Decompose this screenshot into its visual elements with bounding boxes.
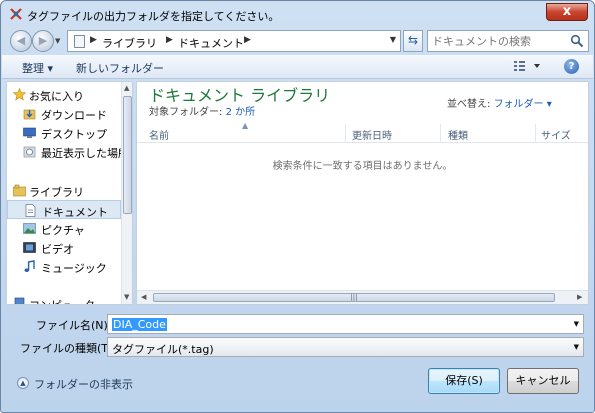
chevron-down-icon[interactable]: ▼ xyxy=(390,35,396,44)
desktop-icon xyxy=(23,127,36,138)
address-bar[interactable]: ▶ ライブラリ ▶ ドキュメント ▶ ▼ xyxy=(67,30,401,52)
chevron-down-icon[interactable]: ▼ xyxy=(574,343,579,351)
empty-results-message: 検索条件に一致する項目はありません。 xyxy=(272,161,453,172)
nav-documents[interactable]: ドキュメント xyxy=(7,200,121,219)
app-icon xyxy=(10,8,22,20)
picture-icon xyxy=(23,223,36,234)
search-input[interactable] xyxy=(432,33,568,49)
nav-videos[interactable]: ビデオ xyxy=(7,238,121,257)
navigation-pane: お気に入り ダウンロード デスクトップ 最近表示した場所 ライブラリ ドキュメン… xyxy=(6,81,133,305)
chevron-down-icon[interactable]: ▼ xyxy=(574,320,579,328)
cancel-button[interactable]: キャンセル xyxy=(507,368,579,394)
column-type[interactable]: 種類 xyxy=(448,127,468,142)
breadcrumb-libraries[interactable]: ライブラリ xyxy=(102,35,157,51)
filename-field[interactable]: DIA_Code ▼ xyxy=(107,314,584,334)
nav-pictures[interactable]: ピクチャ xyxy=(7,219,121,238)
organize-button[interactable]: 整理 ▾ xyxy=(22,60,53,76)
forward-arrow-icon: ▶ xyxy=(38,34,48,47)
refresh-button[interactable]: ⇆ xyxy=(403,30,423,52)
scroll-left-icon[interactable]: ◀ xyxy=(141,293,146,301)
close-icon: x xyxy=(562,4,572,19)
help-icon: ? xyxy=(568,61,575,72)
content-pane: ドキュメント ライブラリ 対象フォルダー: 2 か所 並べ替え: フォルダー ▾… xyxy=(136,81,589,305)
refresh-icon: ⇆ xyxy=(407,33,419,47)
save-button[interactable]: 保存(S) xyxy=(428,368,500,394)
close-button[interactable]: x xyxy=(546,3,588,21)
scroll-right-icon[interactable]: ▶ xyxy=(577,293,582,301)
target-folder-link[interactable]: 2 か所 xyxy=(226,107,256,118)
location-icon xyxy=(74,35,85,48)
nav-music[interactable]: ミュージック xyxy=(7,257,121,276)
window-title: タグファイルの出力フォルダを指定してください。 xyxy=(27,10,280,23)
sort-ascending-icon: ▲ xyxy=(242,121,249,130)
recent-pages-dropdown[interactable]: ▼ xyxy=(55,37,63,45)
document-icon xyxy=(25,204,36,217)
nav-item-label: ライブラリ xyxy=(29,186,84,199)
column-divider[interactable] xyxy=(345,124,346,143)
scroll-thumb[interactable]: ||| xyxy=(153,293,555,302)
title-bar: タグファイルの出力フォルダを指定してください。 x xyxy=(1,1,594,27)
scroll-thumb[interactable] xyxy=(123,96,132,214)
nav-item-label: ドキュメント xyxy=(42,206,108,219)
download-folder-icon xyxy=(23,109,36,120)
scroll-down-icon[interactable]: ▼ xyxy=(124,293,129,301)
change-view-button[interactable] xyxy=(512,58,544,74)
arrange-by: 並べ替え: フォルダー ▾ xyxy=(447,95,552,110)
star-icon xyxy=(13,88,26,101)
nav-item-label: お気に入り xyxy=(29,90,84,103)
target-folder-label: 対象フォルダー: xyxy=(149,107,223,118)
nav-computer[interactable]: コンピューター xyxy=(7,294,121,304)
back-arrow-icon: ◀ xyxy=(16,34,26,47)
nav-favorites[interactable]: お気に入り xyxy=(7,85,121,104)
nav-item-label: デスクトップ xyxy=(41,128,107,141)
nav-item-label: ミュージック xyxy=(41,262,107,275)
chevron-right-icon[interactable]: ▶ xyxy=(90,35,97,45)
scroll-up-icon[interactable]: ▲ xyxy=(124,84,129,92)
filetype-select[interactable]: タグファイル(*.tag) ▼ xyxy=(107,337,584,357)
library-locations: 対象フォルダー: 2 か所 xyxy=(149,103,255,118)
arrange-by-dropdown[interactable]: フォルダー ▾ xyxy=(494,99,552,110)
video-icon xyxy=(23,242,36,253)
help-button[interactable]: ? xyxy=(564,59,579,74)
new-folder-button[interactable]: 新しいフォルダー xyxy=(76,60,164,76)
chevron-right-icon[interactable]: ▶ xyxy=(244,35,251,45)
forward-button[interactable]: ▶ xyxy=(32,30,54,52)
nav-downloads[interactable]: ダウンロード xyxy=(7,104,121,123)
hide-folders-label: フォルダーの非表示 xyxy=(34,378,133,391)
library-icon xyxy=(13,184,26,197)
nav-item-label: コンピューター xyxy=(29,297,106,304)
breadcrumb-documents[interactable]: ドキュメント xyxy=(178,35,244,51)
nav-item-label: ビデオ xyxy=(41,243,74,256)
column-divider[interactable] xyxy=(440,124,441,143)
save-dialog-window: タグファイルの出力フォルダを指定してください。 x ◀ ▶ ▼ ▶ ライブラリ … xyxy=(0,0,595,413)
search-box[interactable] xyxy=(427,30,589,52)
column-divider[interactable] xyxy=(535,124,536,143)
column-size[interactable]: サイズ xyxy=(541,127,571,142)
collapse-icon: ▲ xyxy=(17,377,29,389)
column-name[interactable]: 名前 xyxy=(149,127,169,142)
filetype-value: タグファイル(*.tag) xyxy=(112,343,214,356)
column-modified[interactable]: 更新日時 xyxy=(352,127,392,142)
nav-vertical-scrollbar[interactable]: ▲ ▼ xyxy=(121,82,132,304)
nav-recent-places[interactable]: 最近表示した場所 xyxy=(7,142,129,161)
command-bar: 整理 ▾ 新しいフォルダー ? xyxy=(2,55,593,79)
nav-desktop[interactable]: デスクトップ xyxy=(7,123,121,142)
filename-label: ファイル名(N): xyxy=(36,319,112,332)
recent-places-icon xyxy=(23,146,36,158)
arrange-label: 並べ替え: xyxy=(447,99,491,110)
music-icon xyxy=(24,260,35,272)
search-icon[interactable] xyxy=(570,34,584,48)
column-header: ▲ 名前 更新日時 種類 サイズ xyxy=(137,121,588,143)
nav-item-label: 最近表示した場所 xyxy=(41,147,129,160)
nav-item-label: ダウンロード xyxy=(41,109,107,122)
content-horizontal-scrollbar[interactable]: ◀ ||| ▶ xyxy=(137,290,588,304)
chevron-right-icon[interactable]: ▶ xyxy=(166,35,173,45)
computer-icon xyxy=(14,297,25,304)
nav-item-label: ピクチャ xyxy=(41,224,85,237)
back-button[interactable]: ◀ xyxy=(10,30,32,52)
nav-libraries[interactable]: ライブラリ xyxy=(7,181,121,200)
filetype-label: ファイルの種類(T): xyxy=(20,342,117,355)
filename-value[interactable]: DIA_Code xyxy=(112,318,167,331)
